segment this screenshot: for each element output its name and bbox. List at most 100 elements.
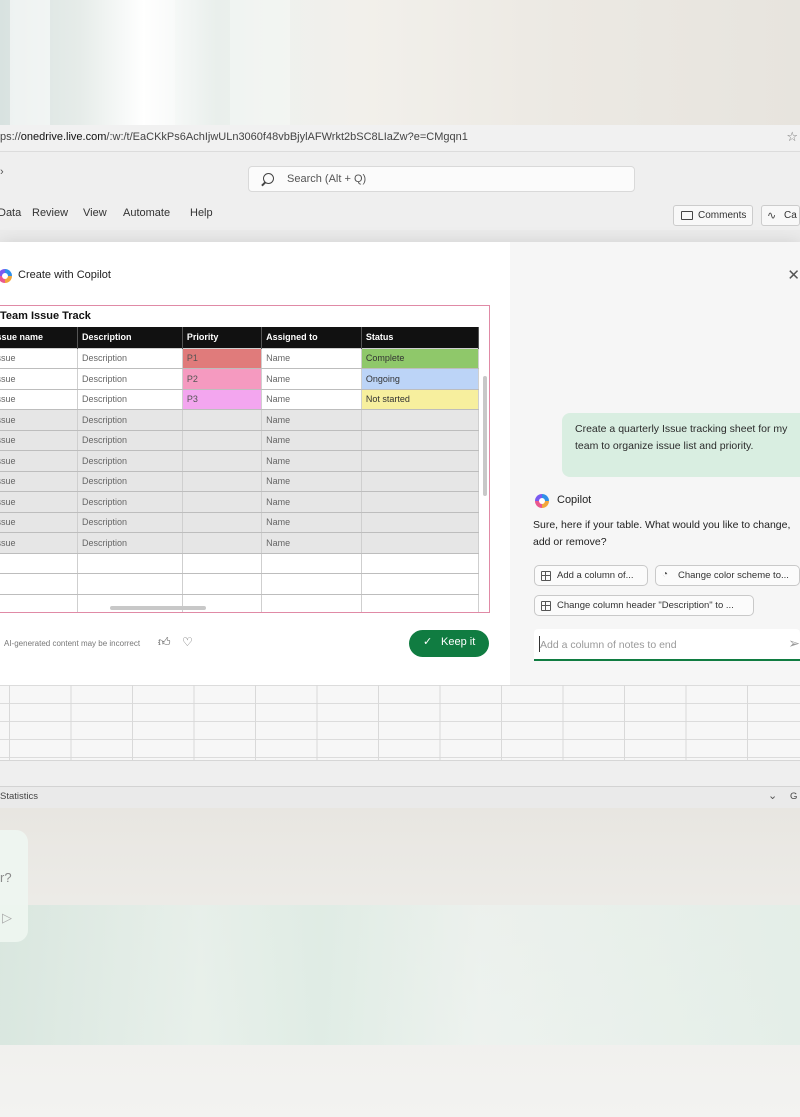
excel-title-bar: › Search (Alt + Q) bbox=[0, 152, 800, 197]
chat-input[interactable] bbox=[540, 637, 770, 653]
table-cell bbox=[182, 429, 263, 451]
column-header: Assigned to bbox=[261, 327, 362, 348]
empty-cell bbox=[0, 552, 78, 574]
close-icon[interactable]: ✕ bbox=[787, 266, 800, 284]
tab-data[interactable]: Data bbox=[0, 207, 21, 219]
empty-cell bbox=[182, 573, 263, 595]
table-cell: P3 bbox=[182, 388, 263, 410]
table-cell: Name bbox=[261, 470, 362, 492]
tab-view[interactable]: View bbox=[83, 207, 107, 219]
search-box[interactable]: Search (Alt + Q) bbox=[248, 166, 635, 192]
copilot-icon bbox=[0, 269, 12, 283]
table-cell bbox=[182, 450, 263, 472]
table-cell: Description bbox=[77, 532, 183, 554]
comment-icon bbox=[681, 211, 693, 220]
table-cell: Name bbox=[261, 450, 362, 472]
url-domain: onedrive.live.com bbox=[20, 131, 107, 143]
table-cell: Name bbox=[261, 368, 362, 390]
empty-cell bbox=[182, 593, 263, 612]
column-header: Issue name bbox=[0, 327, 78, 348]
spreadsheet-grid[interactable] bbox=[0, 685, 800, 760]
vertical-scrollbar[interactable] bbox=[483, 376, 487, 496]
tab-review[interactable]: Review bbox=[32, 207, 68, 219]
table-cell: Issue bbox=[0, 347, 78, 369]
table-row: IssueDescriptionP3NameNot started bbox=[0, 388, 480, 410]
table-cell: Issue bbox=[0, 429, 78, 451]
table-cell: Issue bbox=[0, 470, 78, 492]
table-cell bbox=[361, 491, 480, 513]
search-placeholder: Search (Alt + Q) bbox=[287, 173, 367, 185]
comments-button[interactable]: Comments bbox=[673, 205, 753, 226]
suggestion-rename-header[interactable]: Change column header "Description" to ..… bbox=[534, 595, 754, 616]
copilot-dialog: Create with Copilot Team Issue Track Iss… bbox=[0, 242, 800, 685]
suggestion-add-column[interactable]: Add a column of... bbox=[534, 565, 648, 586]
activity-icon: ∿ bbox=[767, 210, 777, 222]
tab-help[interactable]: Help bbox=[190, 207, 213, 219]
preview-pane: Create with Copilot Team Issue Track Iss… bbox=[0, 242, 510, 685]
table-cell bbox=[361, 450, 480, 472]
table-cell bbox=[361, 409, 480, 431]
table-cell: Name bbox=[261, 409, 362, 431]
issue-table: Issue name Description Priority Assigned… bbox=[0, 327, 480, 612]
table-cell: P2 bbox=[182, 368, 263, 390]
thumbs-up-icon[interactable]: 👍︎ bbox=[158, 635, 171, 650]
column-header: Description bbox=[77, 327, 183, 348]
empty-cell bbox=[261, 573, 362, 595]
table-cell: Issue bbox=[0, 388, 78, 410]
workbook-statistics[interactable]: Statistics bbox=[0, 791, 38, 802]
address-bar[interactable]: ps://onedrive.live.com/:w:/t/EaCKkPs6Ach… bbox=[0, 125, 800, 152]
sheet-tab-bar bbox=[0, 760, 800, 786]
curtain bbox=[10, 0, 50, 130]
table-title: Team Issue Track bbox=[0, 310, 91, 322]
empty-cell bbox=[0, 573, 78, 595]
tab-automate[interactable]: Automate bbox=[123, 207, 170, 219]
table-row: IssueDescriptionP1NameComplete bbox=[0, 347, 480, 369]
status-right-label: G bbox=[790, 791, 798, 802]
table-cell bbox=[361, 532, 480, 554]
window-reflection bbox=[0, 905, 800, 1045]
chevron-left-icon[interactable]: › bbox=[0, 166, 4, 178]
chat-input-box[interactable]: ➢ bbox=[534, 629, 800, 661]
table-cell: Description bbox=[77, 347, 183, 369]
empty-cell bbox=[182, 552, 263, 574]
table-cell bbox=[182, 409, 263, 431]
empty-cell bbox=[361, 593, 480, 612]
url-text[interactable]: ps://onedrive.live.com/:w:/t/EaCKkPs6Ach… bbox=[0, 131, 468, 143]
user-message: Create a quarterly Issue tracking sheet … bbox=[562, 413, 800, 477]
keep-it-button[interactable]: ✓ Keep it bbox=[409, 630, 489, 657]
table-cell: Name bbox=[261, 491, 362, 513]
empty-cell bbox=[261, 593, 362, 612]
thumbs-down-icon[interactable]: ♡ bbox=[182, 635, 193, 649]
chevron-down-icon[interactable]: ⌄ bbox=[768, 789, 777, 802]
table-preview[interactable]: Team Issue Track Issue name Description … bbox=[0, 305, 490, 613]
suggestion-color-scheme[interactable]: ◔ Change color scheme to... bbox=[655, 565, 800, 586]
reflected-chat-card: r? ▷ bbox=[0, 830, 28, 942]
empty-cell bbox=[77, 593, 183, 612]
table-cell: Description bbox=[77, 491, 183, 513]
empty-row bbox=[0, 573, 480, 595]
search-icon bbox=[263, 173, 274, 184]
curtain bbox=[230, 0, 290, 130]
table-cell: Description bbox=[77, 368, 183, 390]
catch-up-button[interactable]: ∿ Ca bbox=[761, 205, 800, 226]
horizontal-scrollbar[interactable] bbox=[110, 606, 206, 610]
column-header: Priority bbox=[182, 327, 263, 348]
table-icon bbox=[541, 601, 551, 611]
table-cell: Issue bbox=[0, 450, 78, 472]
table-row: IssueDescription Name bbox=[0, 409, 480, 431]
curtain bbox=[150, 0, 175, 130]
empty-cell bbox=[77, 552, 183, 574]
table-cell: Name bbox=[261, 388, 362, 410]
table-cell: Issue bbox=[0, 532, 78, 554]
table-cell: Issue bbox=[0, 368, 78, 390]
send-icon[interactable]: ➢ bbox=[788, 635, 800, 652]
table-cell: Name bbox=[261, 532, 362, 554]
table-body: IssueDescriptionP1NameCompleteIssueDescr… bbox=[0, 347, 480, 612]
chat-pane: ✕ Create a quarterly Issue tracking shee… bbox=[510, 242, 800, 685]
catch-up-label: Ca bbox=[784, 210, 797, 221]
table-cell: Description bbox=[77, 511, 183, 533]
column-header: Status bbox=[361, 327, 480, 348]
table-cell bbox=[182, 470, 263, 492]
empty-cell bbox=[0, 593, 78, 612]
star-icon[interactable]: ☆ bbox=[786, 129, 798, 145]
